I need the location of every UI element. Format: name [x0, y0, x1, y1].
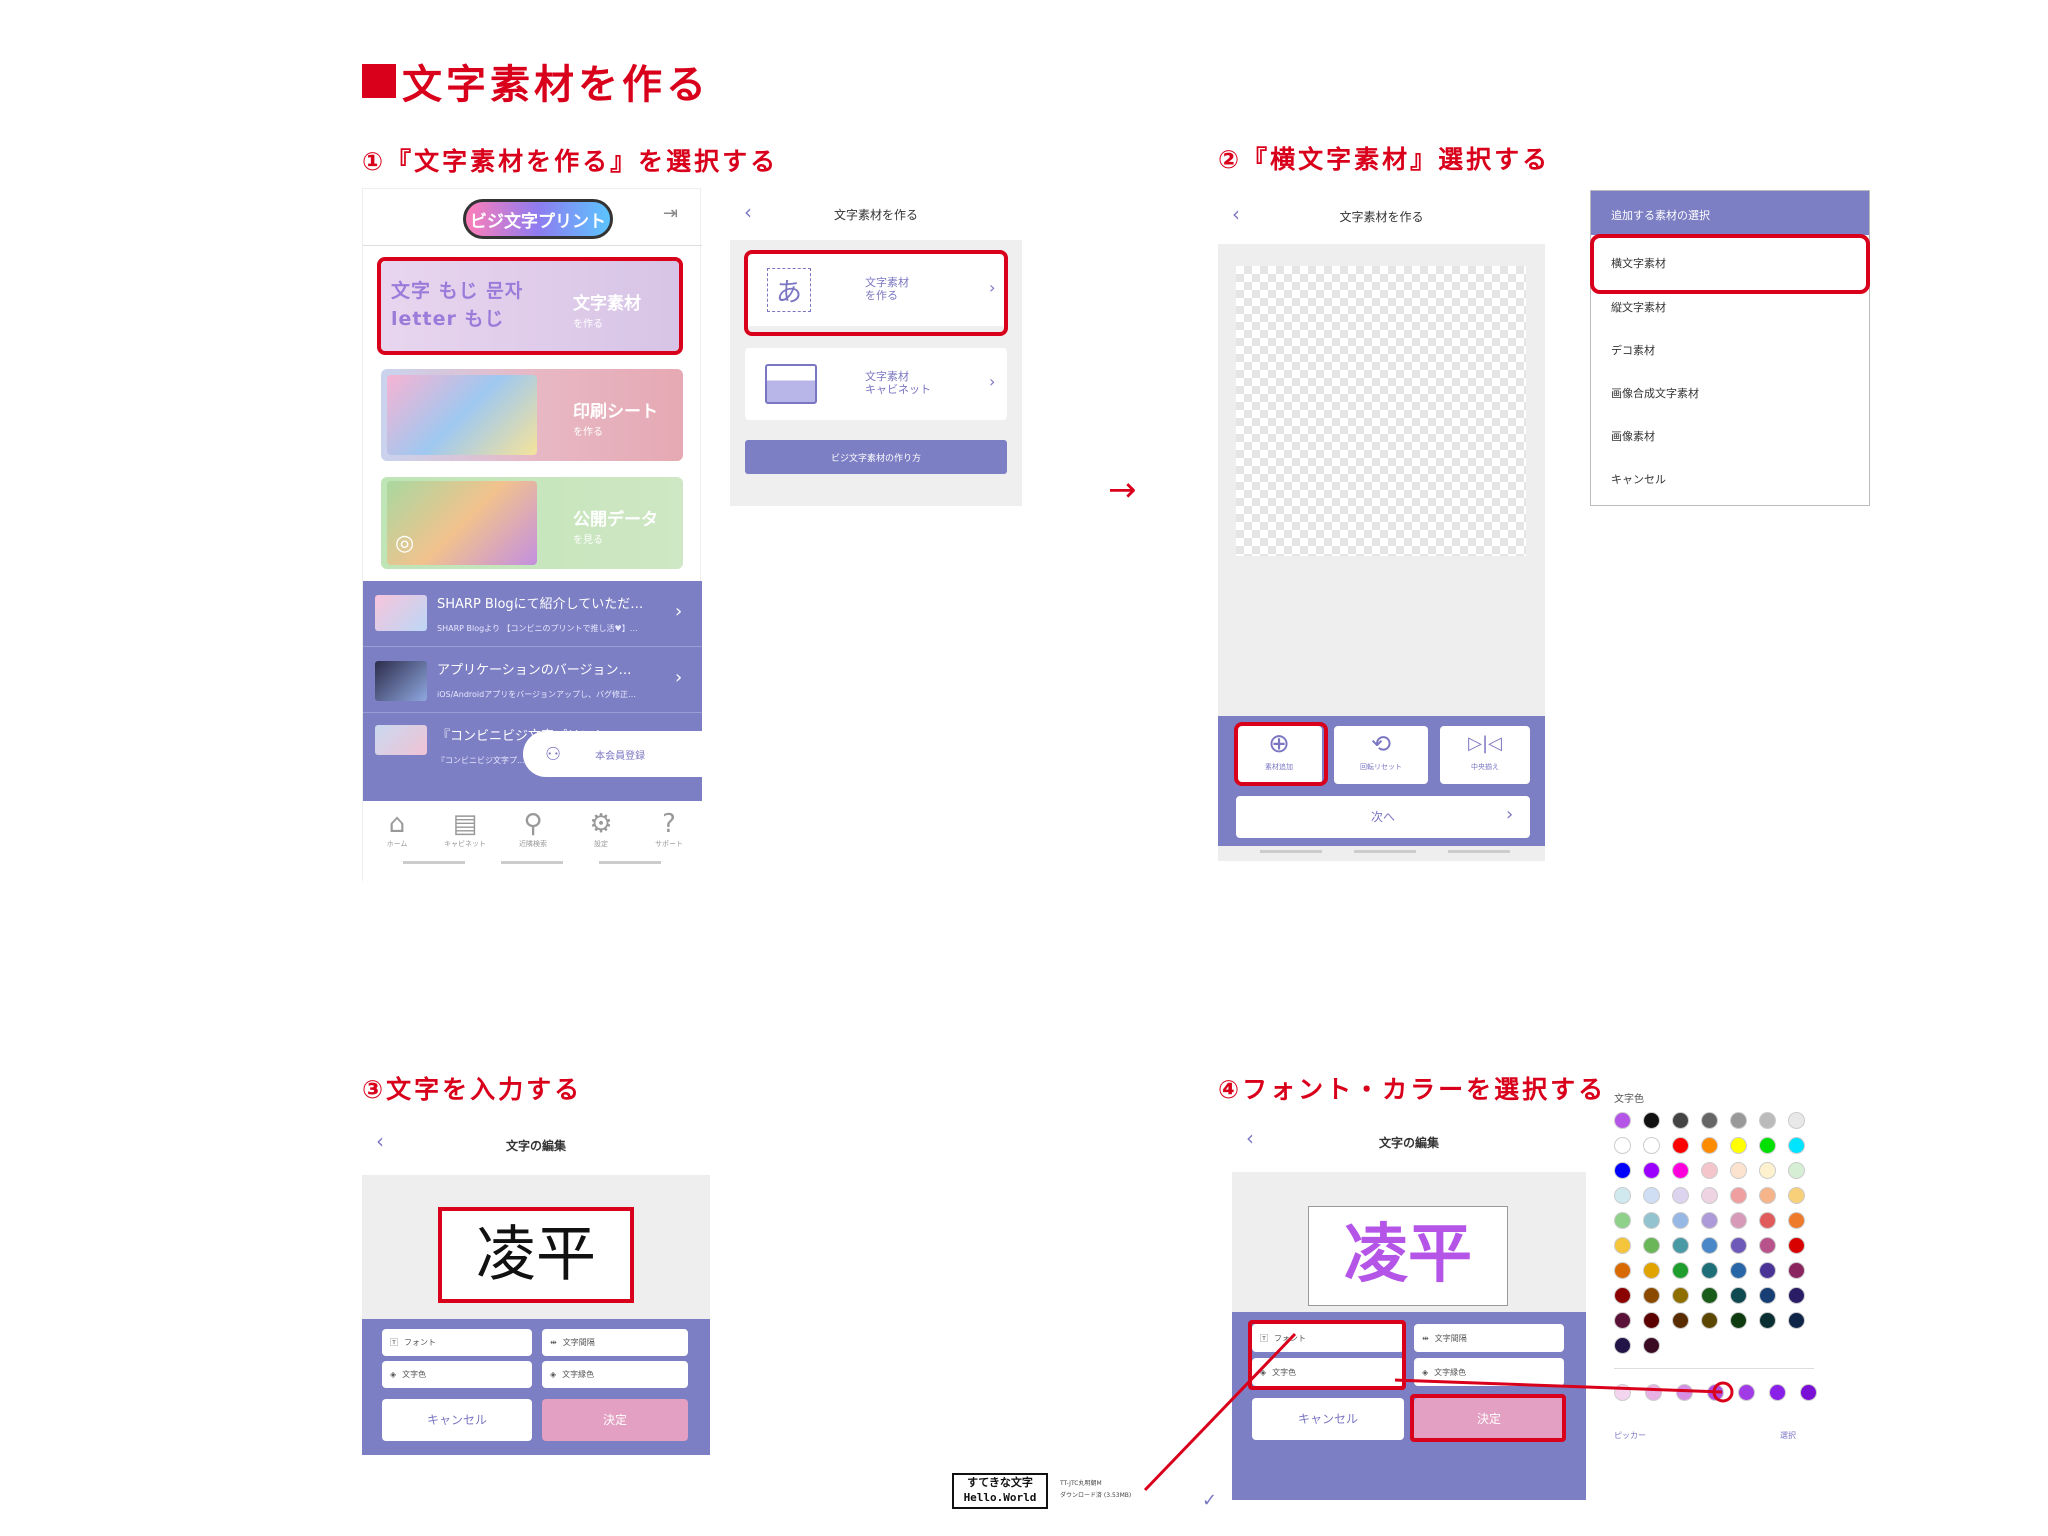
connector-lines [1143, 1332, 1734, 1492]
connector-to-palette [1394, 1378, 1723, 1394]
connector-to-font-sample [1143, 1332, 1297, 1492]
